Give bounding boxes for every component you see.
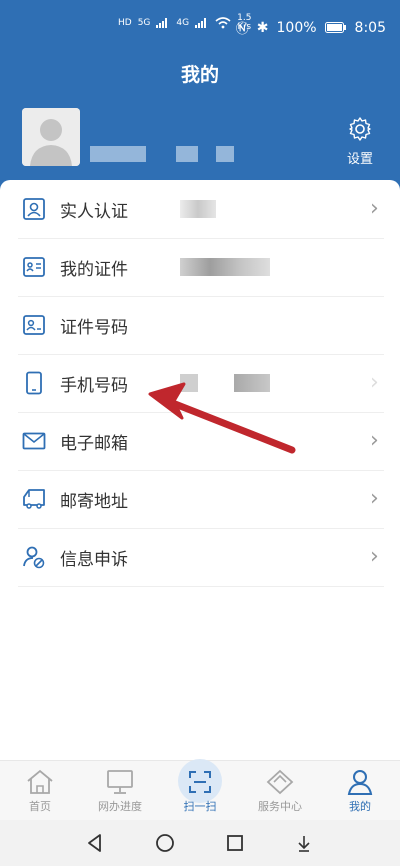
chevron-right-icon: › <box>370 544 379 569</box>
avatar[interactable] <box>22 108 80 166</box>
menu-item-phone-number[interactable]: 手机号码 › <box>18 354 384 413</box>
settings-button[interactable]: 设置 <box>338 116 382 167</box>
id-card-icon <box>23 198 45 220</box>
signal-icon <box>156 18 168 28</box>
nav-item-mine[interactable]: 我的 <box>320 761 400 821</box>
username-redacted <box>90 146 146 162</box>
menu-item-label: 信息申诉 <box>60 549 128 570</box>
chevron-right-icon: › <box>370 486 379 511</box>
wifi-icon <box>215 17 231 29</box>
nav-item-service-center[interactable]: 服务中心 <box>240 761 320 821</box>
menu-item-mailing-address[interactable]: 邮寄地址 › <box>18 470 384 529</box>
user-appeal-icon <box>23 546 45 569</box>
username-redacted <box>176 146 198 162</box>
avatar-silhouette-icon <box>22 108 80 166</box>
status-bar: HD 5G 4G 1.5 K/s Ⓝ ✱ 100% 8:05 <box>0 0 400 58</box>
home-icon <box>27 769 53 794</box>
nav-label: 网办进度 <box>98 800 142 813</box>
value-redacted <box>234 374 270 392</box>
bottom-nav: 首页 网办进度 扫一扫 服务中心 我的 <box>0 759 400 821</box>
header: HD 5G 4G 1.5 K/s Ⓝ ✱ 100% 8:05 我的 设置 <box>0 0 400 195</box>
mail-icon <box>22 432 46 450</box>
signal-4g-label: 4G <box>176 18 190 28</box>
document-card-icon <box>23 257 45 277</box>
chevron-right-icon: › <box>370 370 379 395</box>
nav-item-progress[interactable]: 网办进度 <box>80 761 160 821</box>
notification-drawer-icon[interactable] <box>297 834 311 852</box>
nav-label: 首页 <box>29 800 51 813</box>
nav-label: 服务中心 <box>258 800 302 813</box>
menu-item-my-documents[interactable]: 我的证件 <box>18 238 384 297</box>
profile-menu-card: 实人认证 › 我的证件 证件号码 手机号码 › 电子邮箱 › 邮寄地址 › 信息… <box>0 180 400 760</box>
truck-icon <box>23 489 45 509</box>
chevron-right-icon: › <box>370 196 379 221</box>
nav-item-home[interactable]: 首页 <box>0 761 80 821</box>
nav-label: 我的 <box>349 800 371 813</box>
id-number-icon <box>23 315 45 335</box>
nfc-icon: Ⓝ <box>235 22 249 37</box>
menu-item-label: 邮寄地址 <box>60 491 128 512</box>
menu-item-label: 手机号码 <box>60 375 128 396</box>
menu-item-info-appeal[interactable]: 信息申诉 › <box>18 528 384 587</box>
bluetooth-icon: ✱ <box>256 19 269 36</box>
gear-icon <box>349 117 371 141</box>
menu-item-label: 实人认证 <box>60 201 128 222</box>
system-nav-bar <box>0 820 400 866</box>
nav-item-scan[interactable]: 扫一扫 <box>160 759 240 821</box>
menu-item-label: 我的证件 <box>60 259 128 280</box>
status-right: Ⓝ ✱ 100% 8:05 <box>235 18 386 38</box>
nav-label: 扫一扫 <box>183 800 217 813</box>
menu-item-real-person-auth[interactable]: 实人认证 › <box>18 180 384 239</box>
value-redacted <box>180 258 270 276</box>
phone-icon <box>26 371 42 395</box>
clock: 8:05 <box>354 19 386 36</box>
signal-icon <box>195 18 207 28</box>
scan-icon <box>189 771 211 793</box>
menu-item-email[interactable]: 电子邮箱 › <box>18 412 384 471</box>
home-circle-icon[interactable] <box>155 833 175 853</box>
value-redacted <box>180 374 198 392</box>
menu-item-label: 电子邮箱 <box>60 433 128 454</box>
value-redacted <box>180 200 216 218</box>
battery-percent: 100% <box>276 19 317 36</box>
username-redacted <box>216 146 234 162</box>
menu-item-id-number[interactable]: 证件号码 <box>18 296 384 355</box>
page-title: 我的 <box>180 64 219 86</box>
battery-icon <box>324 22 346 33</box>
back-icon[interactable] <box>85 833 105 853</box>
menu-item-label: 证件号码 <box>60 317 128 338</box>
user-icon <box>347 770 373 795</box>
settings-label: 设置 <box>346 152 373 167</box>
signal-5g-label: 5G <box>137 18 151 28</box>
recents-icon[interactable] <box>225 833 245 853</box>
status-left-icons: HD 5G 4G 1.5 K/s <box>118 14 251 32</box>
sim-hd-label: HD <box>118 18 132 28</box>
monitor-icon <box>107 770 133 794</box>
chevron-right-icon: › <box>370 428 379 453</box>
diamond-icon <box>266 769 294 795</box>
